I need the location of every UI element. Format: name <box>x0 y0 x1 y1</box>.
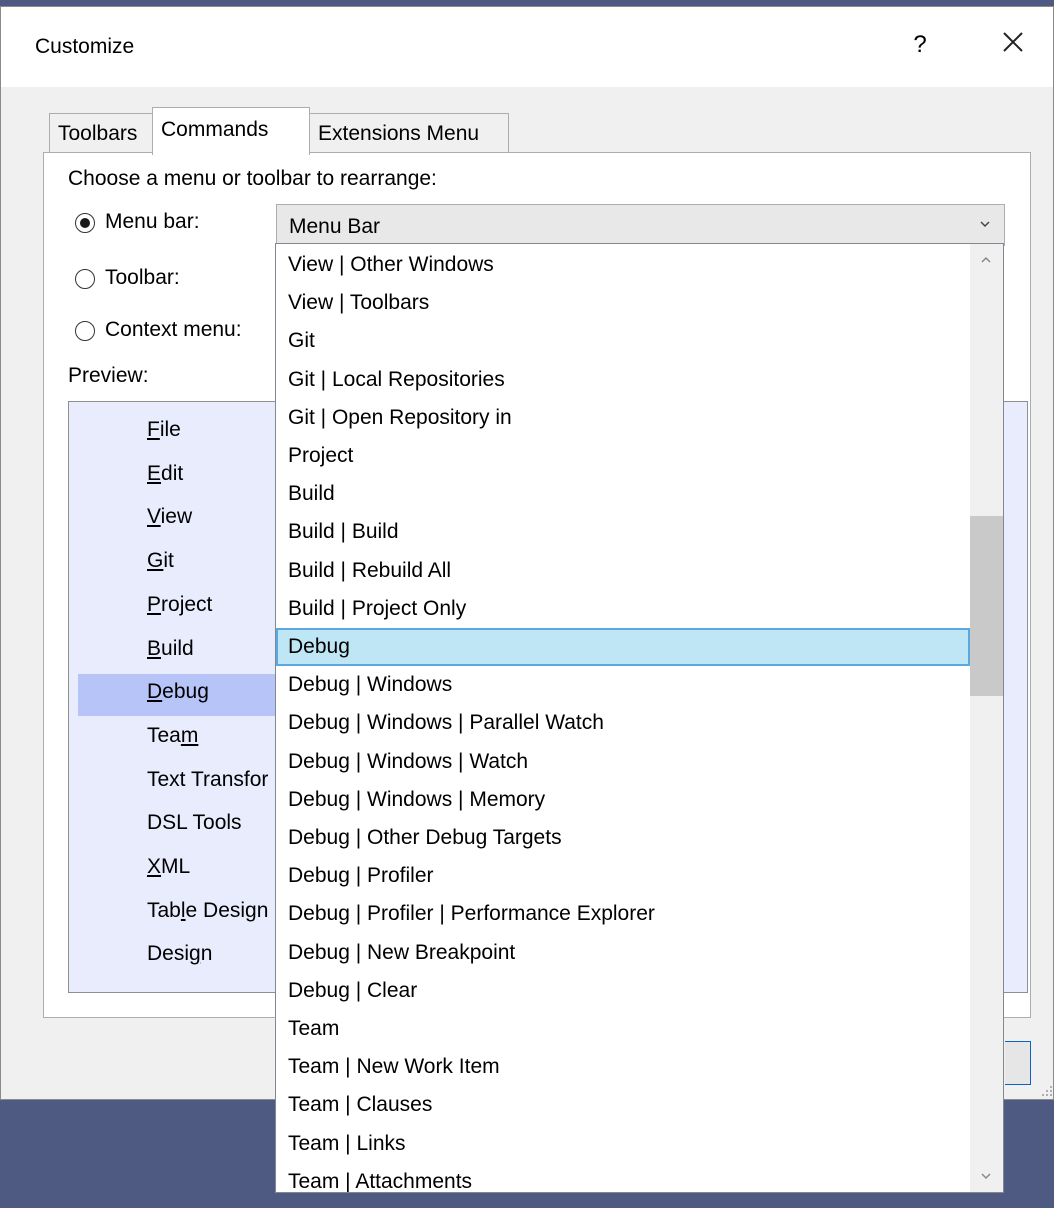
preview-menu-item[interactable]: File <box>147 418 181 442</box>
tab-commands-label: Commands <box>161 118 269 141</box>
dropdown-item[interactable]: Project <box>276 437 970 475</box>
menu-bar-combobox[interactable]: Menu Bar <box>276 204 1005 246</box>
preview-menu-item[interactable]: View <box>147 505 192 529</box>
dialog-title: Customize <box>35 35 135 58</box>
preview-menu-item[interactable]: Design <box>147 942 212 966</box>
partially-hidden-button[interactable] <box>1005 1041 1031 1085</box>
resize-grip-icon[interactable] <box>1041 1085 1053 1097</box>
dropdown-item[interactable]: Debug | Windows | Watch <box>276 743 970 781</box>
scrollbar-thumb[interactable] <box>970 516 1003 696</box>
preview-menu-item[interactable]: Table Design <box>147 899 268 923</box>
tab-extensions-menu-label: Extensions Menu <box>318 122 480 145</box>
dropdown-item[interactable]: Build | Build <box>276 513 970 551</box>
dropdown-scrollbar[interactable] <box>970 244 1003 1192</box>
dropdown-item[interactable]: Team | Links <box>276 1125 970 1163</box>
toolbar-label: Toolbar: <box>105 266 180 289</box>
dropdown-item[interactable]: Debug | Other Debug Targets <box>276 819 970 857</box>
dropdown-item[interactable]: Build | Rebuild All <box>276 552 970 590</box>
dropdown-item[interactable]: Git | Open Repository in <box>276 399 970 437</box>
menu-dropdown-list[interactable]: View | Other Windows View | Toolbars Git Gi… <box>275 243 1004 1193</box>
tab-extensions-menu[interactable]: Extensions Menu <box>309 113 509 153</box>
dropdown-item[interactable]: Debug | Profiler | Performance Explorer <box>276 895 970 933</box>
dropdown-item[interactable]: Build | Project Only <box>276 590 970 628</box>
title-bar: Customize ? <box>1 7 1053 87</box>
dropdown-item[interactable]: Debug | Windows | Parallel Watch <box>276 704 970 742</box>
context-menu-label: Context menu: <box>105 318 242 341</box>
choose-label: Choose a menu or toolbar to rearrange: <box>68 167 437 190</box>
dropdown-item[interactable]: Debug <box>276 628 970 666</box>
menu-bar-label: Menu bar: <box>105 210 200 233</box>
dropdown-item[interactable]: Build <box>276 475 970 513</box>
preview-menu-item[interactable]: Debug <box>147 680 209 704</box>
scroll-up-icon[interactable] <box>978 252 994 268</box>
dropdown-item[interactable]: Debug | Windows <box>276 666 970 704</box>
tab-toolbars[interactable]: Toolbars <box>49 113 153 153</box>
preview-menu-item[interactable]: Git <box>147 549 174 573</box>
dropdown-item[interactable]: View | Toolbars <box>276 284 970 322</box>
preview-menu-item[interactable]: Text Transfor <box>147 768 268 792</box>
dropdown-item[interactable]: Team | New Work Item <box>276 1048 970 1086</box>
dropdown-item[interactable]: Git | Local Repositories <box>276 361 970 399</box>
toolbar-radio[interactable] <box>75 269 95 289</box>
dropdown-item[interactable]: Debug | Clear <box>276 972 970 1010</box>
preview-menu-item[interactable]: Project <box>147 593 212 617</box>
tab-toolbars-label: Toolbars <box>58 122 138 145</box>
tab-commands[interactable]: Commands <box>152 107 310 155</box>
dropdown-item[interactable]: Team | Clauses <box>276 1086 970 1124</box>
preview-label: Preview: <box>68 364 149 387</box>
preview-menu-item[interactable]: Team <box>147 724 198 748</box>
context-menu-radio[interactable] <box>75 321 95 341</box>
preview-menu-item[interactable]: DSL Tools <box>147 811 242 835</box>
dropdown-item[interactable]: Debug | Profiler <box>276 857 970 895</box>
dropdown-item[interactable]: Debug | Windows | Memory <box>276 781 970 819</box>
combo-value: Menu Bar <box>289 215 381 238</box>
dropdown-item[interactable]: Git <box>276 322 970 360</box>
scroll-down-icon[interactable] <box>978 1168 994 1184</box>
preview-menu-item[interactable]: Build <box>147 637 194 661</box>
preview-menu-item[interactable]: XML <box>147 855 190 879</box>
dropdown-item[interactable]: Team | Attachments <box>276 1163 970 1192</box>
close-icon[interactable] <box>996 25 1030 59</box>
dropdown-item[interactable]: Debug | New Breakpoint <box>276 934 970 972</box>
preview-menu-item[interactable]: Edit <box>147 462 183 486</box>
chevron-down-icon <box>980 221 990 228</box>
dropdown-item[interactable]: View | Other Windows <box>276 246 970 284</box>
dropdown-item[interactable]: Team <box>276 1010 970 1048</box>
help-button[interactable]: ? <box>905 31 935 59</box>
menu-bar-radio[interactable] <box>75 213 95 233</box>
